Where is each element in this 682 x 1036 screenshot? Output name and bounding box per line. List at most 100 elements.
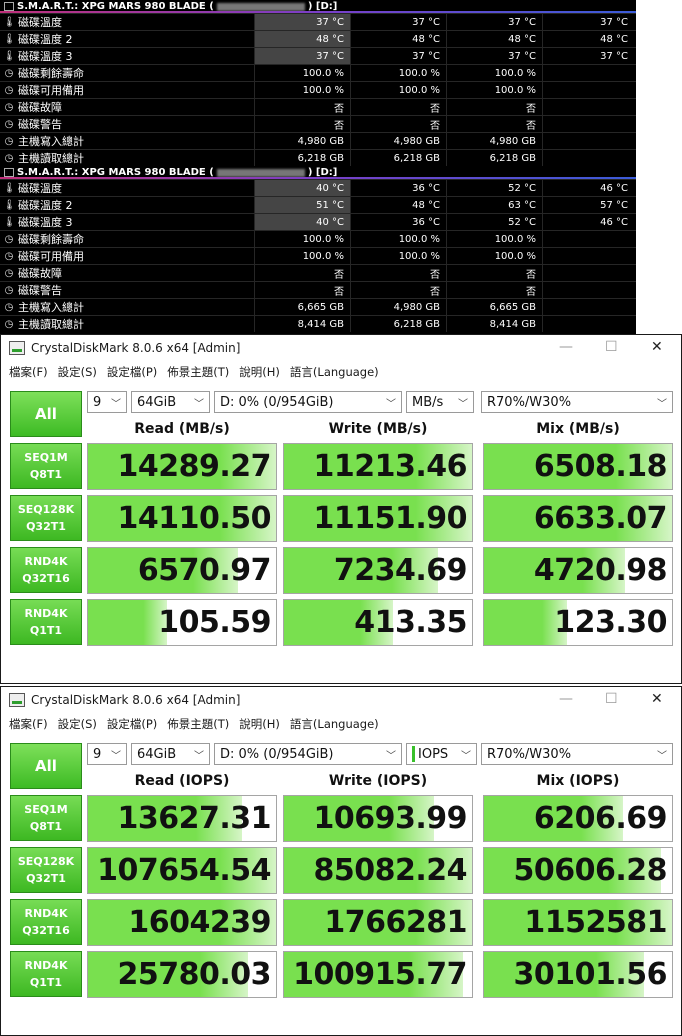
result-cell-mix: 6633.07 [483,495,673,542]
chevron-down-icon: ﹀ [111,399,121,410]
result-value: 105.59 [158,605,271,640]
clock-icon: ◷ [4,101,14,113]
test-button[interactable]: RND4K Q32T16 [10,547,82,593]
sensor-value: 6,665 GB [254,299,350,315]
sensor-row[interactable]: ◷ 磁碟剩餘壽命 100.0 % 100.0 % 100.0 % [0,230,636,247]
thermometer-icon: 🌡 [3,199,16,211]
sensor-name: 磁碟溫度 3 [18,50,73,63]
result-cell-mix: 1152581 [483,899,673,946]
title-bar[interactable]: CrystalDiskMark 8.0.6 x64 [Admin] — ☐ ✕ [1,687,681,713]
sensor-row[interactable]: 🌡 磁碟溫度 37 °C 37 °C 37 °C 37 °C [0,13,636,30]
all-button[interactable]: All [10,391,82,437]
sensor-row[interactable]: 🌡 磁碟溫度 3 40 °C 36 °C 52 °C 46 °C [0,213,636,230]
sensor-value [542,65,634,81]
size-select[interactable]: 64GiB ﹀ [131,743,210,765]
smart-section-header[interactable]: S.M.A.R.T.: XPG MARS 980 BLADE () [D:] [0,0,636,13]
sensor-row[interactable]: ◷ 磁碟故障否否否 [0,98,636,115]
result-value: 6633.07 [533,501,668,536]
count-select[interactable]: 9 ﹀ [87,743,127,765]
sensor-row[interactable]: ◷ 磁碟故障否否否 [0,264,636,281]
sensor-row[interactable]: ◷ 磁碟警告否否否 [0,281,636,298]
sensor-name: 磁碟溫度 2 [18,199,73,212]
mix-select[interactable]: R70%/W30% ﹀ [481,391,673,413]
minimize-icon[interactable]: — [559,339,573,355]
sensor-row[interactable]: ◷ 主機寫入總計 6,665 GB 4,980 GB 6,665 GB [0,298,636,315]
sensor-row[interactable]: ◷ 磁碟可用備用 100.0 % 100.0 % 100.0 % [0,81,636,98]
maximize-icon[interactable]: ☐ [605,691,618,707]
sensor-value [542,282,634,298]
sensor-value: 否 [446,265,542,281]
test-button[interactable]: SEQ128K Q32T1 [10,847,82,893]
smart-section-header[interactable]: S.M.A.R.T.: XPG MARS 980 BLADE () [D:] [0,166,636,179]
menu-language[interactable]: 語言(Language) [290,364,379,380]
sensor-value: 100.0 % [446,231,542,247]
test-button[interactable]: SEQ1M Q8T1 [10,443,82,489]
test-button[interactable]: RND4K Q32T16 [10,899,82,945]
sensor-value: 8,414 GB [254,316,350,332]
test-name: RND4K [24,959,68,972]
sensor-row[interactable]: ◷ 磁碟可用備用 100.0 % 100.0 % 100.0 % [0,247,636,264]
sensor-value: 37 °C [446,48,542,64]
focus-mark [412,746,415,762]
sensor-label: 🌡 磁碟溫度 2 [0,197,254,213]
result-value: 1152581 [524,905,667,940]
unit-select[interactable]: IOPS ﹀ [406,743,477,765]
menu-settings[interactable]: 設定(S) [58,364,97,380]
sensor-row[interactable]: 🌡 磁碟溫度 40 °C 36 °C 52 °C 46 °C [0,179,636,196]
sensor-value: 100.0 % [254,82,350,98]
close-icon[interactable]: ✕ [651,339,663,355]
test-params: Q1T1 [29,976,63,989]
sensor-row[interactable]: ◷ 主機讀取總計 6,218 GB 6,218 GB 6,218 GB [0,149,636,166]
minimize-icon[interactable]: — [559,691,573,707]
title-bar[interactable]: CrystalDiskMark 8.0.6 x64 [Admin] — ☐ ✕ [1,335,681,361]
sensor-label: ◷ 磁碟警告 [0,116,254,132]
result-cell-write: 11151.90 [283,495,473,542]
sensor-row[interactable]: ◷ 磁碟警告否否否 [0,115,636,132]
test-params: Q32T16 [22,924,70,937]
size-select[interactable]: 64GiB ﹀ [131,391,210,413]
test-button[interactable]: SEQ128K Q32T1 [10,495,82,541]
menu-theme[interactable]: 佈景主題(T) [167,364,229,380]
size-value: 64GiB [137,394,177,410]
drive-select[interactable]: D: 0% (0/954GiB) ﹀ [214,743,402,765]
sensor-row[interactable]: 🌡 磁碟溫度 3 37 °C 37 °C 37 °C 37 °C [0,47,636,64]
sensor-row[interactable]: ◷ 主機讀取總計 8,414 GB 6,218 GB 8,414 GB [0,315,636,332]
close-icon[interactable]: ✕ [651,691,663,707]
menu-help[interactable]: 說明(H) [239,364,280,380]
sensor-value: 4,980 GB [446,133,542,149]
test-name: SEQ1M [24,451,68,464]
count-select[interactable]: 9 ﹀ [87,391,127,413]
sensor-row[interactable]: ◷ 主機寫入總計 4,980 GB 4,980 GB 4,980 GB [0,132,636,149]
sensor-label: ◷ 磁碟警告 [0,282,254,298]
clock-icon: ◷ [4,233,14,245]
menu-theme[interactable]: 佈景主題(T) [167,716,229,732]
sensor-value: 否 [446,282,542,298]
menu-file[interactable]: 檔案(F) [9,364,48,380]
sensor-value: 37 °C [254,14,350,30]
all-button[interactable]: All [10,743,82,789]
menu-help[interactable]: 說明(H) [239,716,280,732]
unit-select[interactable]: MB/s ﹀ [406,391,474,413]
menu-file[interactable]: 檔案(F) [9,716,48,732]
sensor-row[interactable]: ◷ 磁碟剩餘壽命 100.0 % 100.0 % 100.0 % [0,64,636,81]
sensor-value: 100.0 % [254,248,350,264]
test-button[interactable]: RND4K Q1T1 [10,951,82,997]
menu-profile[interactable]: 設定檔(P) [107,364,157,380]
mix-select[interactable]: R70%/W30% ﹀ [481,743,673,765]
sensor-name: 主機讀取總計 [18,152,84,165]
test-button[interactable]: RND4K Q1T1 [10,599,82,645]
sensor-value: 否 [446,116,542,132]
drive-select[interactable]: D: 0% (0/954GiB) ﹀ [214,391,402,413]
maximize-icon[interactable]: ☐ [605,339,618,355]
sensor-value [542,150,634,166]
sensor-row[interactable]: 🌡 磁碟溫度 2 48 °C 48 °C 48 °C 48 °C [0,30,636,47]
menu-language[interactable]: 語言(Language) [290,716,379,732]
menu-settings[interactable]: 設定(S) [58,716,97,732]
test-button[interactable]: SEQ1M Q8T1 [10,795,82,841]
test-params: Q32T1 [26,872,66,885]
sensor-row[interactable]: 🌡 磁碟溫度 2 51 °C 48 °C 63 °C 57 °C [0,196,636,213]
menu-profile[interactable]: 設定檔(P) [107,716,157,732]
drive-icon [4,2,14,11]
col-header-write: Write (MB/s) [328,421,428,437]
sensor-label: 🌡 磁碟溫度 3 [0,48,254,64]
